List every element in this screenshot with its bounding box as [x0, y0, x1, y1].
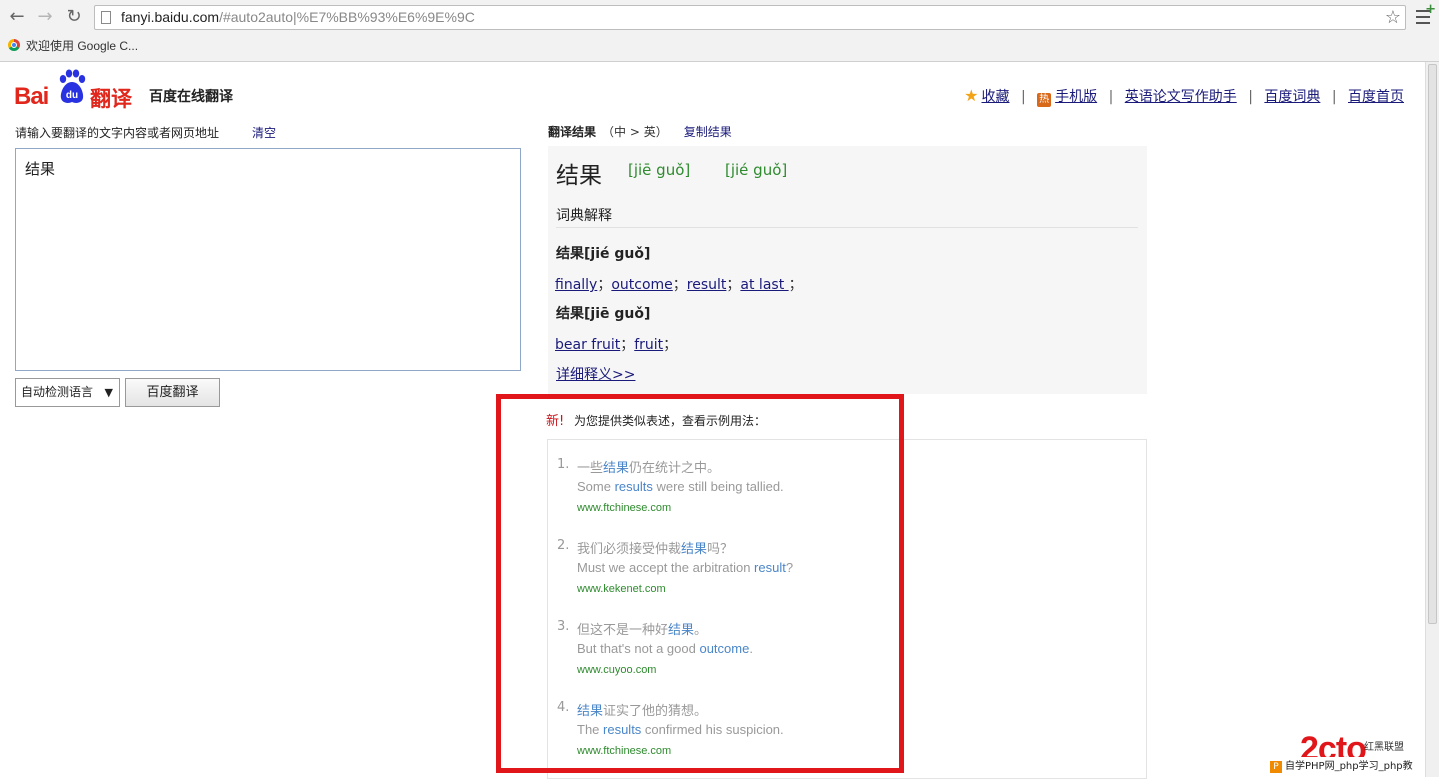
- meaning-link[interactable]: at last: [740, 277, 788, 293]
- result-header: 翻译结果 （中 > 英） 复制结果: [548, 123, 732, 140]
- watermark: 2cto 红黑联盟 P 自学PHP网_php学习_php教: [1270, 730, 1425, 777]
- hot-icon: 热: [1037, 93, 1052, 107]
- bookmark-item[interactable]: 欢迎使用 Google C...: [8, 37, 138, 54]
- paw-icon: du: [59, 69, 86, 103]
- star-icon: ★: [964, 86, 979, 105]
- more-definitions-link[interactable]: 详细释义>>: [556, 364, 635, 384]
- translate-button[interactable]: 百度翻译: [125, 378, 220, 407]
- baidu-dict-link[interactable]: 百度词典: [1264, 89, 1320, 105]
- mobile-link[interactable]: 手机版: [1055, 89, 1097, 105]
- language-select[interactable]: 自动检测语言 ▼: [15, 378, 120, 407]
- result-word: 结果: [556, 163, 602, 189]
- logo-du: du: [66, 90, 78, 101]
- example-source[interactable]: www.ftchinese.com: [577, 502, 671, 514]
- reload-icon[interactable]: ↻: [63, 6, 85, 28]
- example-en: The results confirmed his suspicion.: [577, 722, 784, 737]
- watermark-small: 红黑联盟: [1364, 742, 1404, 753]
- example-source[interactable]: www.ftchinese.com: [577, 745, 671, 757]
- address-bar[interactable]: fanyi.baidu.com/#auto2auto|%E7%BB%93%E6%…: [94, 5, 1406, 30]
- new-badge: 新!: [546, 414, 565, 429]
- url-text: fanyi.baidu.com/#auto2auto|%E7%BB%93%E6%…: [121, 9, 475, 25]
- forward-icon[interactable]: →: [34, 6, 56, 28]
- paper-assistant-link[interactable]: 英语论文写作助手: [1125, 89, 1237, 105]
- source-text-input[interactable]: 结果: [15, 148, 521, 371]
- php-icon: P: [1270, 761, 1282, 773]
- example-zh: 结果证实了他的猜想。: [577, 704, 708, 719]
- result-label: 翻译结果: [548, 125, 597, 139]
- vertical-scrollbar[interactable]: [1425, 62, 1439, 777]
- meaning-link[interactable]: result: [687, 277, 727, 293]
- example-en: Some results were still being tallied.: [577, 479, 784, 494]
- watermark-caption: P 自学PHP网_php学习_php教: [1270, 757, 1413, 773]
- extension-icon[interactable]: +: [1425, 2, 1436, 17]
- examples-list: 1. 一些结果仍在统计之中。 Some results were still b…: [547, 439, 1147, 779]
- example-en: Must we accept the arbitration result?: [577, 560, 794, 575]
- dropdown-arrow-icon: ▼: [104, 386, 113, 399]
- browser-chrome: ← → ↻ fanyi.baidu.com/#auto2auto|%E7%BB%…: [0, 0, 1439, 62]
- copy-result-link[interactable]: 复制结果: [684, 125, 732, 139]
- example-source[interactable]: www.kekenet.com: [577, 583, 666, 595]
- meaning-link[interactable]: outcome: [611, 277, 672, 293]
- back-icon[interactable]: ←: [6, 6, 28, 28]
- baidu-home-link[interactable]: 百度首页: [1348, 89, 1404, 105]
- example-source[interactable]: www.cuyoo.com: [577, 664, 656, 676]
- top-links: ★ 收藏 | 热手机版 | 英语论文写作助手 | 百度词典 | 百度首页: [964, 86, 1404, 107]
- divider: [556, 227, 1138, 228]
- site-title: 百度在线翻译: [149, 89, 233, 105]
- entry-head-2: 结果[jiē guǒ]: [556, 306, 651, 322]
- example-zh: 但这不是一种好结果。: [577, 623, 708, 638]
- entry-meanings-2: bear fruit；fruit；: [555, 337, 678, 353]
- example-zh: 一些结果仍在统计之中。: [577, 461, 721, 476]
- logo-fanyi: 翻译: [90, 87, 132, 111]
- clear-link[interactable]: 清空: [252, 124, 276, 141]
- translation-direction: （中 > 英）: [602, 125, 668, 139]
- page-icon: [101, 11, 111, 24]
- meaning-link[interactable]: bear fruit: [555, 337, 620, 353]
- chrome-logo-icon: [8, 39, 20, 51]
- example-en: But that's not a good outcome.: [577, 641, 753, 656]
- entry-meanings-1: finally；outcome；result；at last ；: [555, 277, 803, 293]
- example-zh: 我们必须接受仲裁结果吗？: [577, 542, 734, 557]
- dict-title: 词典解释: [556, 208, 612, 224]
- result-panel: 结果 [jiē guǒ] [jié guǒ] 词典解释 结果[jié guǒ] …: [548, 146, 1147, 394]
- input-label: 请输入要翻译的文字内容或者网页地址: [15, 126, 220, 140]
- pinyin-2: [jié guǒ]: [725, 161, 788, 179]
- pinyin-1: [jiē guǒ]: [628, 161, 691, 179]
- examples-title: 为您提供类似表述，查看示例用法：: [574, 414, 767, 428]
- meaning-link[interactable]: finally: [555, 277, 597, 293]
- favorite-link[interactable]: 收藏: [982, 89, 1010, 105]
- entry-head-1: 结果[jié guǒ]: [556, 246, 651, 262]
- page: Bai du 翻译 百度在线翻译 ★ 收藏 | 热手机版 | 英语论文写作助手 |…: [0, 62, 1425, 779]
- meaning-link[interactable]: fruit: [634, 337, 663, 353]
- bookmark-star-icon[interactable]: ☆: [1385, 7, 1401, 29]
- logo-bai: Bai: [14, 83, 49, 110]
- scrollbar-thumb[interactable]: [1428, 64, 1437, 624]
